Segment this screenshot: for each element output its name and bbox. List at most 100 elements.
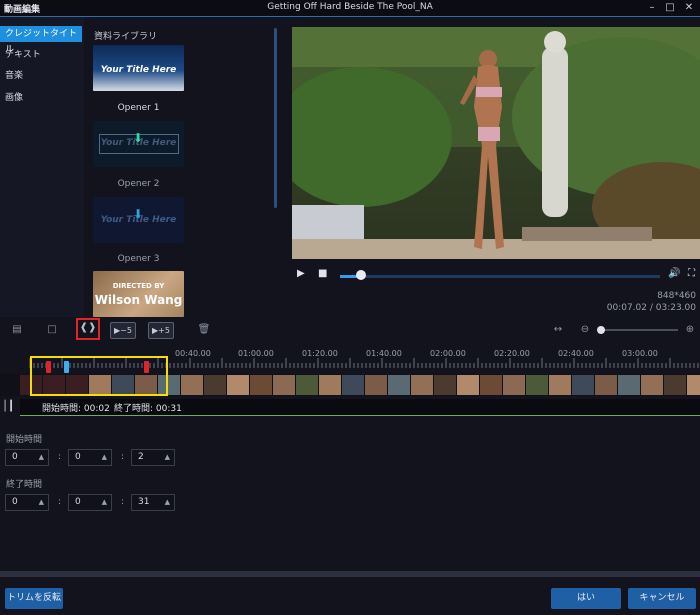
ruler-label: 01:00.00 bbox=[238, 349, 274, 358]
track-thumbnail bbox=[388, 375, 410, 395]
library-item-directed-by[interactable]: DIRECTED BY Wilson Wang bbox=[93, 271, 184, 317]
library-scrollbar[interactable] bbox=[274, 28, 277, 208]
start-seconds-value: 2 bbox=[138, 452, 144, 462]
ruler-label: 02:20.00 bbox=[494, 349, 530, 358]
ruler-label: 01:40.00 bbox=[366, 349, 402, 358]
spinner-arrows-icon[interactable]: ▲ bbox=[39, 450, 44, 465]
track-thumbnail bbox=[273, 375, 295, 395]
spinner-arrows-icon[interactable]: ▲ bbox=[165, 450, 170, 465]
end-time-display: 終了時間: 00:31 bbox=[114, 404, 182, 414]
spinner-arrows-icon[interactable]: ▲ bbox=[39, 495, 44, 510]
video-frame bbox=[292, 27, 700, 259]
skip-back-button[interactable]: ▶−5 bbox=[110, 322, 136, 339]
end-minutes-value: 0 bbox=[75, 497, 81, 507]
menu-item-image[interactable]: 画像 bbox=[0, 90, 82, 106]
spinner-arrows-icon[interactable]: ▲ bbox=[102, 495, 107, 510]
start-minutes-field[interactable]: 0 ▲ bbox=[68, 449, 112, 466]
maximize-icon[interactable]: □ bbox=[663, 0, 677, 16]
reverse-trim-button[interactable]: トリムを反転 bbox=[5, 588, 63, 609]
track-thumbnail bbox=[457, 375, 479, 395]
zoom-out-icon[interactable]: ⊖ bbox=[578, 322, 592, 337]
zoom-in-icon[interactable]: ⊕ bbox=[683, 322, 697, 337]
spinner-arrows-icon[interactable]: ▲ bbox=[102, 450, 107, 465]
track-thumbnail bbox=[227, 375, 249, 395]
track-thumbnail bbox=[595, 375, 617, 395]
close-icon[interactable]: ✕ bbox=[682, 0, 696, 16]
down-arrow-icon: ⬇ bbox=[133, 207, 144, 221]
stop-icon[interactable]: ■ bbox=[318, 268, 327, 279]
trim-info-bar: 開始時間: 00:02 終了時間: 00:31 bbox=[20, 399, 700, 416]
end-hours-value: 0 bbox=[12, 497, 18, 507]
timeline-scrollbar[interactable] bbox=[0, 571, 700, 577]
start-seconds-field[interactable]: 2 ▲ bbox=[131, 449, 175, 466]
end-time-label: 終了時間 bbox=[6, 480, 43, 490]
fit-width-icon[interactable]: ↔ bbox=[549, 322, 567, 337]
track-thumbnail bbox=[342, 375, 364, 395]
menu-item-text[interactable]: テキスト bbox=[0, 47, 82, 63]
resolution-label: 848*460 bbox=[657, 291, 696, 301]
minimize-icon[interactable]: – bbox=[645, 0, 659, 16]
ruler-label: 02:00.00 bbox=[430, 349, 466, 358]
track-thumbnail bbox=[411, 375, 433, 395]
menu-item-music[interactable]: 音楽 bbox=[0, 68, 82, 84]
start-hours-value: 0 bbox=[12, 452, 18, 462]
volume-icon[interactable]: 🔊 bbox=[668, 268, 680, 279]
track-thumbnail bbox=[480, 375, 502, 395]
category-menu: クレジットタイトル テキスト 音楽 画像 bbox=[0, 17, 84, 317]
menu-item-credit-title[interactable]: クレジットタイトル bbox=[0, 26, 82, 55]
play-icon[interactable]: ▶ bbox=[297, 268, 305, 279]
player-controls: ▶ ■ 🔊 ⛶ bbox=[292, 265, 700, 287]
ruler-label: 02:40.00 bbox=[558, 349, 594, 358]
colon: : bbox=[121, 452, 125, 462]
zoom-slider-handle[interactable] bbox=[597, 326, 605, 334]
spinner-arrows-icon[interactable]: ▲ bbox=[165, 495, 170, 510]
end-seconds-field[interactable]: 31 ▲ bbox=[131, 494, 175, 511]
library-item-label: Opener 1 bbox=[117, 103, 160, 113]
track-thumbnail bbox=[618, 375, 640, 395]
trim-end-handle[interactable] bbox=[144, 361, 149, 373]
thumb-text: Your Title Here bbox=[100, 65, 177, 75]
start-hours-field[interactable]: 0 ▲ bbox=[5, 449, 49, 466]
title-bar: 動画編集 Getting Off Hard Beside The Pool_NA… bbox=[0, 0, 700, 16]
track-thumbnail bbox=[687, 375, 700, 395]
library-item-opener1[interactable]: Your Title Here bbox=[93, 45, 184, 91]
track-thumbnail bbox=[181, 375, 203, 395]
crop-icon[interactable]: □ bbox=[44, 322, 60, 337]
video-preview[interactable] bbox=[292, 27, 700, 259]
track-thumbnail bbox=[365, 375, 387, 395]
track-thumbnail bbox=[296, 375, 318, 395]
seek-handle[interactable] bbox=[356, 270, 367, 280]
skip-forward-button[interactable]: ▶+5 bbox=[148, 322, 174, 339]
fullscreen-icon[interactable]: ⛶ bbox=[688, 268, 695, 279]
timecode-label: 00:07.02 / 03:23.00 bbox=[606, 303, 696, 313]
trim-icon[interactable]: ❰❱ bbox=[76, 318, 100, 340]
cancel-button[interactable]: キャンセル bbox=[628, 588, 696, 609]
library-item-label: Opener 3 bbox=[117, 254, 160, 264]
track-thumbnail bbox=[641, 375, 663, 395]
edit-toolbar: ▤ □ ❰❱ ▶−5 ▶+5 🗑 ↔ ⊖ ⊕ bbox=[0, 318, 700, 342]
zoom-slider[interactable] bbox=[600, 329, 678, 331]
delete-icon[interactable]: 🗑 bbox=[196, 322, 212, 337]
track-thumbnail bbox=[572, 375, 594, 395]
window-title: Getting Off Hard Beside The Pool_NA bbox=[267, 2, 433, 12]
track-thumbnail bbox=[250, 375, 272, 395]
start-minutes-value: 0 bbox=[75, 452, 81, 462]
seek-track[interactable] bbox=[340, 275, 660, 278]
split-icon[interactable]: ▤ bbox=[10, 322, 24, 337]
end-seconds-value: 31 bbox=[138, 497, 150, 507]
playhead-marker[interactable] bbox=[64, 361, 69, 373]
track-thumbnail bbox=[549, 375, 571, 395]
asset-library: 資料ライブラリ Your Title Here Opener 1 Your Ti… bbox=[86, 17, 290, 317]
end-hours-field[interactable]: 0 ▲ bbox=[5, 494, 49, 511]
ok-button[interactable]: はい bbox=[551, 588, 621, 609]
thumb-text: Wilson Wang bbox=[94, 293, 183, 307]
end-minutes-field[interactable]: 0 ▲ bbox=[68, 494, 112, 511]
library-item-label: Opener 2 bbox=[117, 179, 160, 189]
library-item-opener2[interactable]: Your Title Here ⬇ bbox=[93, 121, 184, 167]
trim-start-handle[interactable] bbox=[46, 361, 51, 373]
track-thumbnail bbox=[434, 375, 456, 395]
ruler-label: 03:00.00 bbox=[622, 349, 658, 358]
track-thumbnail bbox=[204, 375, 226, 395]
library-item-opener3[interactable]: Your Title Here ⬇ bbox=[93, 197, 184, 243]
down-arrow-icon: ⬇ bbox=[133, 131, 144, 145]
